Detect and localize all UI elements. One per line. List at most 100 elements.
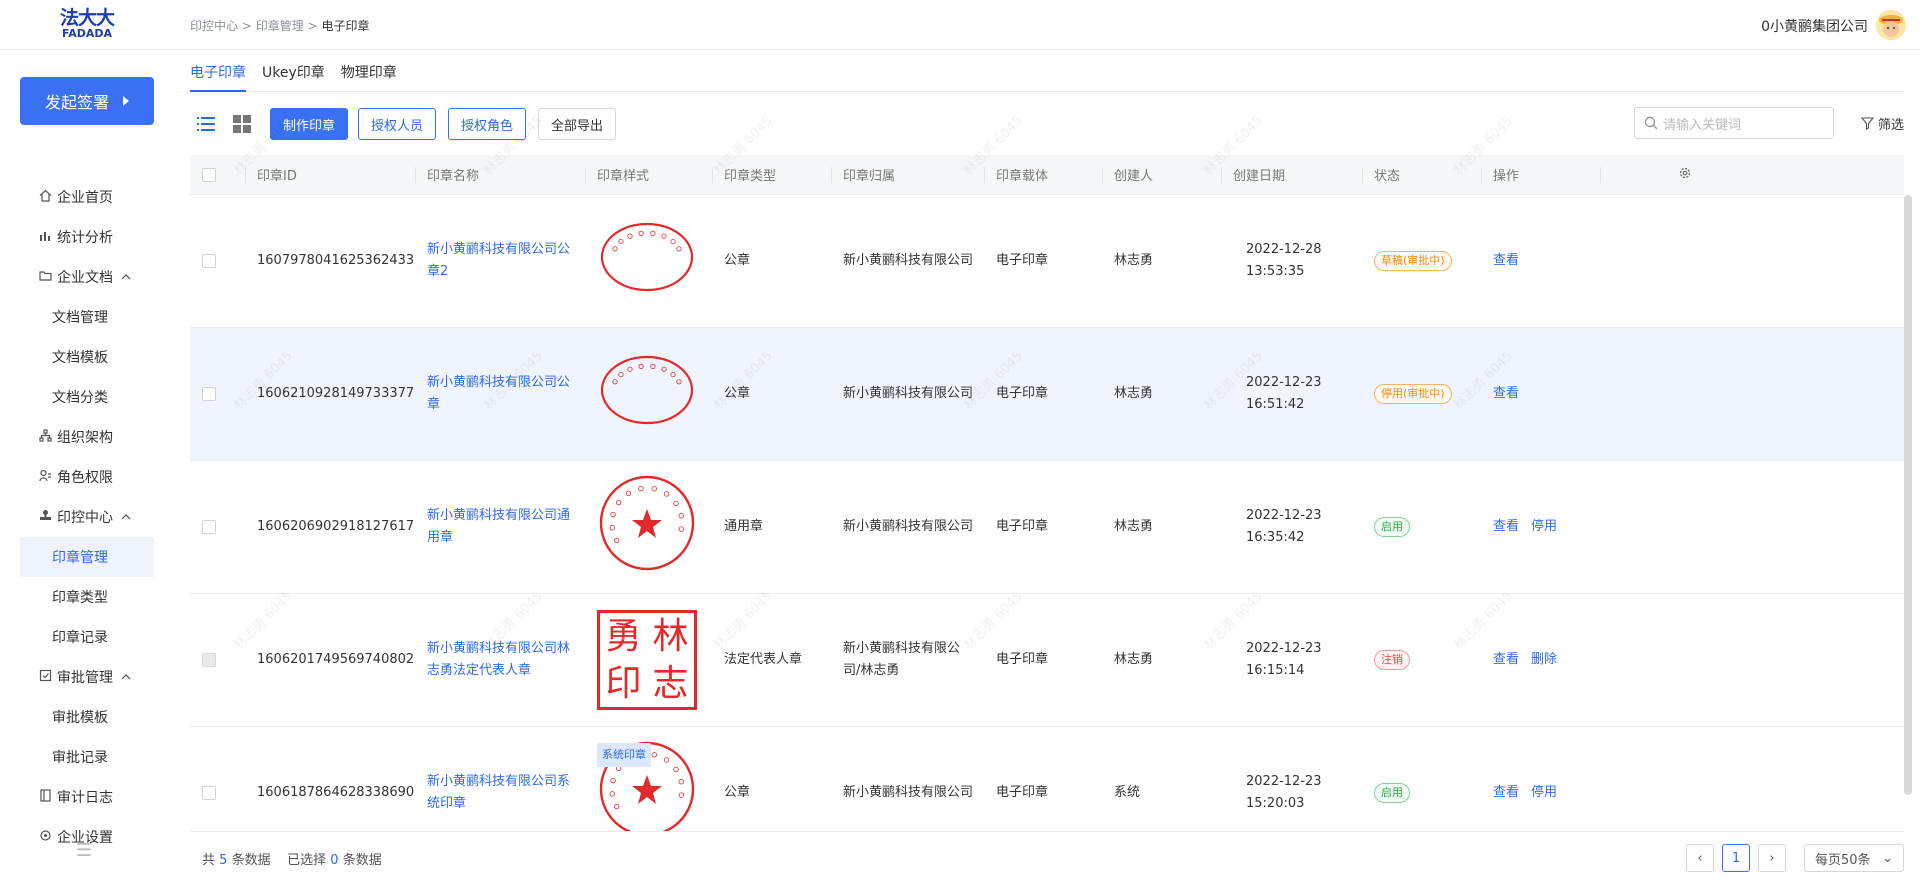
seal-owner: 新小黄鹂科技有限公司 xyxy=(843,519,974,534)
operation-link[interactable]: 查看 xyxy=(1493,782,1519,804)
column-settings-cell xyxy=(1600,155,1704,195)
sidebar-item-10[interactable]: 印章类型 xyxy=(0,577,174,617)
seal-creator: 林志勇 xyxy=(1114,652,1154,667)
sidebar-item-2[interactable]: 企业文档 xyxy=(0,257,174,297)
breadcrumb-level1[interactable]: 印控中心 xyxy=(190,19,238,33)
operation-link[interactable]: 停用 xyxy=(1531,516,1557,538)
seal-name-link[interactable]: 新小黄鹂科技有限公司公章2 xyxy=(415,239,585,283)
search-input[interactable]: 请输入关键词 xyxy=(1634,107,1834,139)
grid-view-icon[interactable] xyxy=(232,114,252,134)
created-date: 2022-12-23 16:15:14 xyxy=(1246,641,1322,678)
seal-carrier: 电子印章 xyxy=(996,785,1049,800)
fadada-logo[interactable]: 法大大 FADADA xyxy=(56,8,118,42)
operation-link[interactable]: 停用 xyxy=(1531,782,1557,804)
org-icon xyxy=(37,428,53,446)
page-size-label: 每页50条 xyxy=(1815,852,1871,868)
column-header: 印章样式 xyxy=(585,155,712,195)
auth-person-button[interactable]: 授权人员 xyxy=(358,108,437,140)
list-view-icon[interactable] xyxy=(196,114,216,134)
company-name[interactable]: 0小黄鹂集团公司 xyxy=(1761,16,1868,36)
operation-link[interactable]: 查看 xyxy=(1493,649,1519,671)
column-header-label: 创建人 xyxy=(1114,169,1154,184)
table-body: 1607978041625362433 新小黄鹂科技有限公司公章2 公章 新小黄鹂科技… xyxy=(190,195,1904,860)
column-header: 操作 xyxy=(1481,155,1600,195)
operation-link[interactable]: 查看 xyxy=(1493,516,1519,538)
page-number-button[interactable]: 1 xyxy=(1722,844,1750,872)
seal-name-link[interactable]: 新小黄鹂科技有限公司林志勇法定代表人章 xyxy=(415,638,585,682)
seal-owner: 新小黄鹂科技有限公司 xyxy=(843,785,974,800)
seal-creator: 林志勇 xyxy=(1114,386,1154,401)
seal-owner: 新小黄鹂科技有限公司/林志勇 xyxy=(843,641,961,678)
folder-icon xyxy=(37,269,53,286)
row-checkbox[interactable] xyxy=(202,520,216,534)
page-size-select[interactable]: 每页50条 ⌄ xyxy=(1804,844,1904,872)
sidebar-item-14[interactable]: 审批记录 xyxy=(0,737,174,777)
sidebar-item-1[interactable]: 统计分析 xyxy=(0,217,174,257)
seal-image[interactable] xyxy=(597,473,697,581)
select-all-checkbox[interactable] xyxy=(202,167,216,182)
table-row[interactable]: 1606210928149733377 新小黄鹂科技有限公司公章 公章 新小黄鹂科技有… xyxy=(190,328,1904,461)
table-row[interactable]: 1606201749569740802 新小黄鹂科技有限公司林志勇法定代表人章勇林… xyxy=(190,594,1904,727)
sidebar-item-4[interactable]: 文档模板 xyxy=(0,337,174,377)
operation-link[interactable]: 删除 xyxy=(1531,649,1557,671)
status-cell: 启用 xyxy=(1362,517,1481,537)
prev-page-button[interactable]: ‹ xyxy=(1686,844,1714,872)
sidebar-item-label: 审计日志 xyxy=(57,790,113,806)
chevron-up-icon xyxy=(121,512,131,523)
seal-name-link[interactable]: 新小黄鹂科技有限公司通用章 xyxy=(415,505,585,549)
sidebar-item-0[interactable]: 企业首页 xyxy=(0,177,174,217)
seal-image[interactable] xyxy=(597,219,697,303)
sidebar-item-5[interactable]: 文档分类 xyxy=(0,377,174,417)
user-avatar[interactable] xyxy=(1876,10,1906,40)
sidebar-item-15[interactable]: 审计日志 xyxy=(0,777,174,817)
row-checkbox[interactable] xyxy=(202,254,216,268)
sidebar-item-13[interactable]: 审批模板 xyxy=(0,697,174,737)
log-icon xyxy=(37,788,53,806)
seal-image[interactable] xyxy=(597,352,697,436)
collapse-menu-icon[interactable]: ☰ xyxy=(76,840,92,861)
seal-owner: 新小黄鹂科技有限公司 xyxy=(843,253,974,268)
main-content: 电子印章 Ukey印章 物理印章 制作印章 授权人员 授权角色 全部导出 请输入关键… xyxy=(174,50,1920,881)
filter-button[interactable]: 筛选 xyxy=(1860,114,1904,133)
table-scrollbar[interactable] xyxy=(1904,195,1912,795)
breadcrumb: 印控中心 > 印章管理 > 电子印章 xyxy=(190,17,369,34)
sidebar-item-11[interactable]: 印章记录 xyxy=(0,617,174,657)
sidebar-item-label: 组织架构 xyxy=(57,430,113,446)
sidebar-item-12[interactable]: 审批管理 xyxy=(0,657,174,697)
seal-image[interactable]: 勇林印志 xyxy=(597,610,697,710)
row-checkbox[interactable] xyxy=(202,387,216,401)
sidebar-item-3[interactable]: 文档管理 xyxy=(0,297,174,337)
sidebar-item-9[interactable]: 印章管理 xyxy=(20,537,154,577)
auth-role-button[interactable]: 授权角色 xyxy=(448,108,527,140)
breadcrumb-level2[interactable]: 印章管理 xyxy=(256,19,304,33)
table-row[interactable]: 1606206902918127617 新小黄鹂科技有限公司通用章 通用章 新小黄鹂科… xyxy=(190,461,1904,594)
seal-name-link[interactable]: 新小黄鹂科技有限公司系统印章 xyxy=(415,771,585,815)
status-cell: 停用(审批中) xyxy=(1362,384,1481,404)
row-checkbox[interactable] xyxy=(202,653,216,667)
created-date: 2022-12-23 16:35:42 xyxy=(1246,508,1322,545)
gear-icon[interactable] xyxy=(1678,166,1692,184)
sidebar-item-8[interactable]: 印控中心 xyxy=(0,497,174,537)
status-cell: 启用 xyxy=(1362,783,1481,803)
tab-2[interactable]: 物理印章 xyxy=(341,50,397,92)
column-header-label: 印章样式 xyxy=(597,169,650,184)
operation-link[interactable]: 查看 xyxy=(1493,250,1519,272)
sidebar-item-7[interactable]: 角色权限 xyxy=(0,457,174,497)
tab-0[interactable]: 电子印章 xyxy=(190,50,246,92)
status-badge: 停用(审批中) xyxy=(1374,384,1452,404)
row-checkbox[interactable] xyxy=(202,786,216,800)
table-row[interactable]: 1607978041625362433 新小黄鹂科技有限公司公章2 公章 新小黄鹂科技… xyxy=(190,195,1904,328)
stamp-icon xyxy=(37,509,53,526)
breadcrumb-current: 电子印章 xyxy=(321,19,370,33)
tab-1[interactable]: Ukey印章 xyxy=(262,50,325,92)
seal-type: 公章 xyxy=(724,785,751,800)
start-signing-button[interactable]: 发起签署 xyxy=(20,77,154,125)
seal-name-link[interactable]: 新小黄鹂科技有限公司公章 xyxy=(415,372,585,416)
make-seal-button[interactable]: 制作印章 xyxy=(270,108,349,140)
operation-link[interactable]: 查看 xyxy=(1493,383,1519,405)
seal-id: 1607978041625362433 xyxy=(257,253,415,268)
next-page-button[interactable]: › xyxy=(1758,844,1786,872)
sidebar-item-6[interactable]: 组织架构 xyxy=(0,417,174,457)
export-all-button[interactable]: 全部导出 xyxy=(538,108,617,140)
total-count: 共 5 条数据 已选择 0 条数据 xyxy=(202,849,382,868)
